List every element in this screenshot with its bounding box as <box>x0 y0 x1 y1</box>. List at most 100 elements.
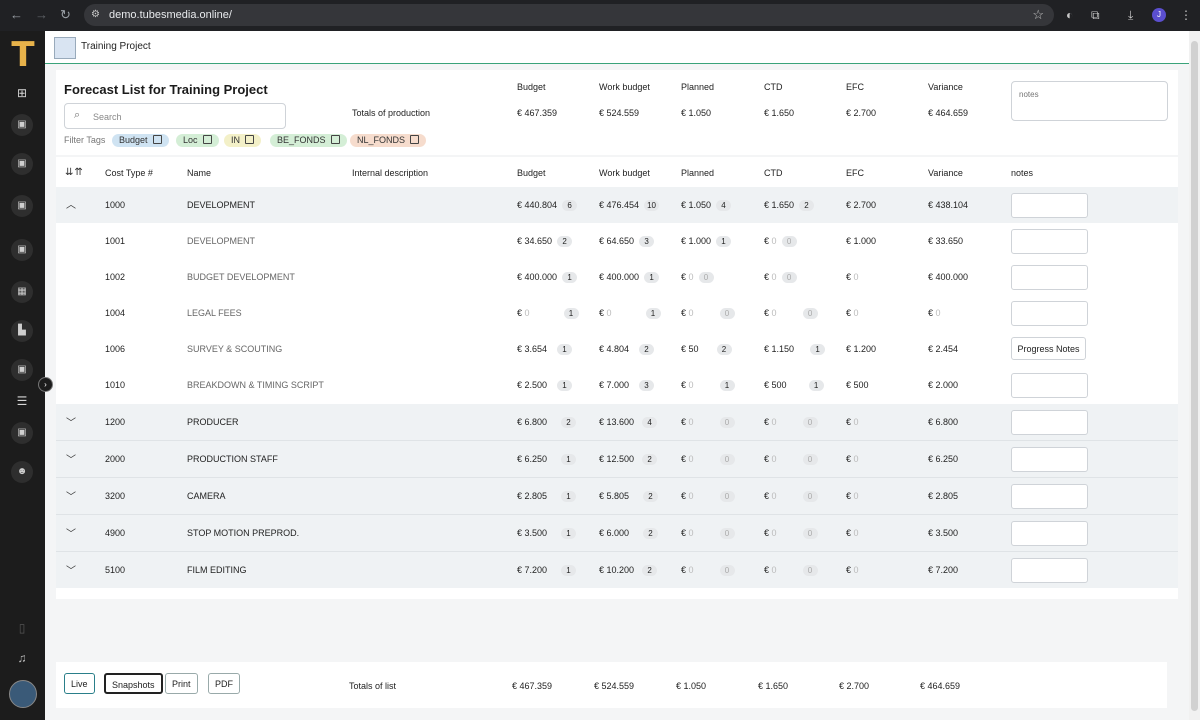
th-variance[interactable]: Variance <box>928 168 963 178</box>
calendar-icon[interactable]: ▦ <box>11 281 33 303</box>
tag-checkbox[interactable] <box>330 135 340 144</box>
sort-icon[interactable]: ⇊⇈ <box>65 167 84 178</box>
th-name[interactable]: Name <box>187 168 211 178</box>
table-row-group[interactable]: ﹀ 1200 PRODUCER € 6.800 2 € 13.600 4 € 00 … <box>56 404 1178 441</box>
chevron-down-icon[interactable]: ﹀ <box>66 414 76 429</box>
site-settings-icon[interactable]: ⚙ <box>91 9 102 20</box>
back-icon[interactable]: ← <box>10 7 23 23</box>
project-header: Training Project <box>45 31 1189 64</box>
extension-icon[interactable]: ◐ <box>1066 7 1073 23</box>
tag-in[interactable]: IN <box>224 134 261 147</box>
tag-nl-fonds[interactable]: NL_FONDS <box>350 134 427 147</box>
puzzle-icon[interactable]: ⧉ <box>1091 7 1100 23</box>
list-total-budget: € 467.359 <box>512 681 553 691</box>
apps-icon[interactable]: ⊞ <box>11 82 33 104</box>
list-total-planned: € 1.050 <box>676 681 707 691</box>
page-scrollbar[interactable] <box>1189 31 1200 720</box>
tag-be-fonds[interactable]: BE_FONDS <box>270 134 347 147</box>
table-row[interactable]: 1001 DEVELOPMENT € 34.650 2 € 64.650 3 € 1… <box>56 223 1178 259</box>
film-icon[interactable]: ▣ <box>11 239 33 261</box>
bell-icon[interactable]: ♫ <box>11 647 33 669</box>
notes-input[interactable] <box>1011 447 1088 472</box>
table-row-group[interactable]: ﹀ 4900 STOP MOTION PREPROD. € 3.500 1 € 6… <box>56 515 1178 552</box>
search-field[interactable]: ⌕ <box>64 103 286 129</box>
th-work-budget[interactable]: Work budget <box>599 168 650 178</box>
header-col-budget: Budget <box>517 82 546 92</box>
film-icon[interactable]: ▣ <box>11 195 33 217</box>
notes-input[interactable] <box>1011 484 1088 509</box>
table-row-group[interactable]: ﹀ 3200 CAMERA € 2.805 1 € 5.805 2 € 00 € 0… <box>56 478 1178 515</box>
reload-icon[interactable]: ↻ <box>60 7 71 23</box>
th-ctd[interactable]: CTD <box>764 168 783 178</box>
notes-input[interactable] <box>1011 558 1088 583</box>
th-cost-type[interactable]: Cost Type # <box>105 168 153 178</box>
tag-checkbox[interactable] <box>202 135 212 144</box>
table-row[interactable]: 1010 BREAKDOWN & TIMING SCRIPT € 2.500 1 … <box>56 367 1178 403</box>
notes-input[interactable] <box>1011 301 1088 326</box>
total-ctd: € 1.650 <box>764 108 795 118</box>
report-icon[interactable]: ▙ <box>11 320 33 342</box>
menu-kebab-icon[interactable]: ⋮ <box>1180 7 1192 23</box>
snapshots-button[interactable]: Snapshots <box>104 673 163 694</box>
pdf-button[interactable]: PDF <box>208 673 240 694</box>
film-icon[interactable]: ▣ <box>11 114 33 136</box>
address-bar[interactable]: ⚙ demo.tubesmedia.online/ ☆ <box>84 4 1054 26</box>
chevron-down-icon[interactable]: ﹀ <box>66 562 76 577</box>
film-icon[interactable]: ▣ <box>11 422 33 444</box>
chevron-down-icon[interactable]: ﹀ <box>66 488 76 503</box>
tag-budget[interactable]: Budget <box>112 134 169 147</box>
th-internal-description[interactable]: Internal description <box>352 168 428 178</box>
chevron-up-icon[interactable]: ︿ <box>66 196 76 211</box>
progress-notes-button[interactable]: Progress Notes <box>1011 337 1086 360</box>
list-total-ctd: € 1.650 <box>758 681 789 691</box>
film-icon[interactable]: ▣ <box>11 359 33 381</box>
page-title: Forecast List for Training Project <box>64 82 268 97</box>
notes-input[interactable] <box>1011 410 1088 435</box>
profile-avatar[interactable]: J <box>1152 8 1166 22</box>
th-notes: notes <box>1011 168 1034 178</box>
notes-input[interactable] <box>1011 193 1088 218</box>
th-planned[interactable]: Planned <box>681 168 714 178</box>
film-icon[interactable]: ▣ <box>11 153 33 175</box>
table-row[interactable]: 1002 BUDGET DEVELOPMENT € 400.000 1 € 400… <box>56 259 1178 295</box>
book-icon[interactable]: ▯ <box>11 617 33 639</box>
tag-checkbox[interactable] <box>152 135 162 144</box>
chevron-down-icon[interactable]: ﹀ <box>66 451 76 466</box>
list-icon[interactable]: ☰ <box>11 390 33 412</box>
sidebar-collapse-toggle[interactable]: › <box>38 377 53 392</box>
filter-tags-label: Filter Tags <box>64 135 106 145</box>
table-row[interactable]: 1006 SURVEY & SCOUTING € 3.654 1 € 4.804 2… <box>56 331 1178 367</box>
header-col-variance: Variance <box>928 82 963 92</box>
forward-icon[interactable]: → <box>35 7 48 23</box>
tag-loc[interactable]: Loc <box>176 134 219 147</box>
notes-input[interactable] <box>1011 373 1088 398</box>
table-row-group[interactable]: ︿ 1000 DEVELOPMENT € 440.804 6 € 476.454 1… <box>56 187 1178 224</box>
total-variance: € 464.659 <box>928 108 969 118</box>
table-row-group[interactable]: ﹀ 2000 PRODUCTION STAFF € 6.250 1 € 12.50… <box>56 441 1178 478</box>
print-button[interactable]: Print <box>165 673 198 694</box>
list-total-efc: € 2.700 <box>839 681 870 691</box>
totals-of-production-label: Totals of production <box>352 108 431 118</box>
download-icon[interactable]: ⤓ <box>1128 7 1133 23</box>
bookmark-star-icon[interactable]: ☆ <box>1032 7 1044 23</box>
table-row[interactable]: 1004 LEGAL FEES € 01 € 01 € 00 € 00 € 0 … <box>56 295 1178 331</box>
tag-checkbox[interactable] <box>245 135 254 144</box>
user-avatar[interactable] <box>9 680 37 708</box>
notes-textarea[interactable] <box>1011 81 1168 121</box>
notes-input[interactable] <box>1011 265 1088 290</box>
live-button[interactable]: Live <box>64 673 95 694</box>
chevron-down-icon[interactable]: ﹀ <box>66 525 76 540</box>
notes-input[interactable] <box>1011 229 1088 254</box>
tag-checkbox[interactable] <box>410 135 420 144</box>
scrollbar-thumb[interactable] <box>1191 41 1198 711</box>
header-col-efc: EFC <box>846 82 864 92</box>
th-budget[interactable]: Budget <box>517 168 546 178</box>
team-icon[interactable]: ☻ <box>11 461 33 483</box>
app-sidebar: T ⊞ ▣ ▣ ▣ ▣ ▦ ▙ ▣ ☰ ▣ ☻ ▯ ♫ <box>0 31 45 720</box>
app-logo[interactable]: T <box>9 38 37 72</box>
notes-input[interactable] <box>1011 521 1088 546</box>
th-efc[interactable]: EFC <box>846 168 864 178</box>
total-planned: € 1.050 <box>681 108 712 118</box>
search-input[interactable] <box>91 109 280 125</box>
table-row-group[interactable]: ﹀ 5100 FILM EDITING € 7.200 1 € 10.200 2 €… <box>56 552 1178 588</box>
